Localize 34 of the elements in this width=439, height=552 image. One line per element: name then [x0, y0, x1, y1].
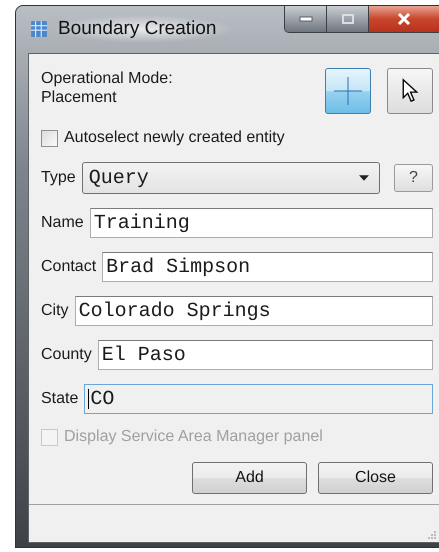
add-button[interactable]: Add: [192, 462, 307, 494]
field-label: Name: [41, 214, 84, 232]
help-button[interactable]: ?: [394, 164, 433, 192]
type-dropdown[interactable]: Query: [82, 162, 380, 194]
field-label: Contact: [41, 258, 96, 276]
window-title: Boundary Creation: [56, 16, 230, 42]
crosshair-tool-button[interactable]: [325, 68, 371, 114]
minimize-icon: [298, 16, 312, 22]
field-label: Type: [41, 169, 76, 187]
input-field[interactable]: Colorado Springs: [74, 296, 433, 326]
checkbox[interactable]: [41, 130, 58, 146]
field-label: City: [41, 302, 69, 320]
cursor-arrow-icon: [401, 78, 419, 104]
input-field[interactable]: El Paso: [98, 340, 433, 370]
checkbox-label: Display Service Area Manager panel: [64, 427, 323, 447]
mode-value: Placement: [41, 88, 118, 107]
resize-grip-icon: [428, 531, 436, 539]
close-button[interactable]: [369, 6, 439, 32]
field-label: State: [41, 390, 78, 408]
close-icon: [397, 13, 411, 25]
mode-label: Operational Mode:: [41, 69, 174, 88]
checkbox-label: Autoselect newly created entity: [64, 128, 285, 148]
input-field[interactable]: Training: [90, 208, 433, 238]
crosshair-icon: [333, 76, 363, 106]
input-field[interactable]: Brad Simpson: [102, 252, 433, 282]
field-label: County: [41, 346, 92, 364]
grid-app-icon: [30, 20, 48, 38]
maximize-button[interactable]: [327, 6, 369, 32]
minimize-button[interactable]: [285, 6, 327, 32]
maximize-icon: [342, 14, 354, 24]
input-field[interactable]: CO: [84, 384, 433, 414]
caret-icon: [359, 175, 369, 181]
close-dialog-button[interactable]: Close: [318, 462, 433, 494]
pointer-tool-button[interactable]: [387, 68, 433, 114]
